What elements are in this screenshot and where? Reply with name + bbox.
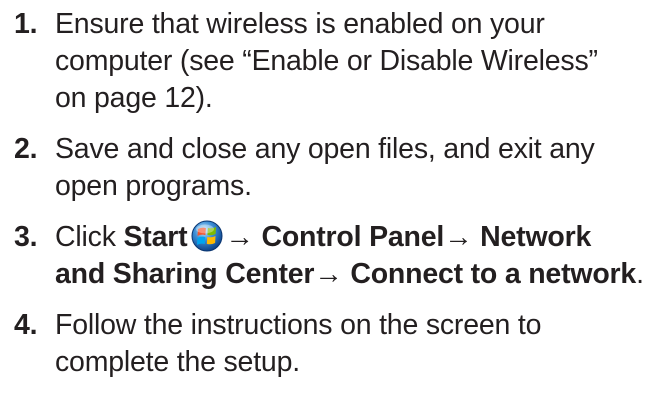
step-text-line: Click Start → Control Panel→ Network [55,219,654,256]
step-number: 3. [14,221,38,253]
step-number: 1. [14,8,38,40]
step-text-line: complete the setup. [55,346,300,378]
connect-to-network-label: Connect to a network [350,258,637,290]
arrow: → [444,221,473,253]
step-number: 4. [14,309,38,341]
sharing-center-label: and Sharing Center [55,258,315,290]
start-menu-label: Start [123,221,188,253]
step-text-line: Ensure that wireless is enabled on your [55,8,545,40]
step-number: 2. [14,133,38,165]
step-text-line: Save and close any open files, and exit … [55,133,595,165]
step-text-line: open programs. [55,170,252,202]
step-3: 3. Click Start → Control Panel→ Network … [14,219,654,293]
step-text-line: Follow the instructions on the screen to [55,309,542,341]
control-panel-label: Control Panel [261,221,445,253]
step-4: 4. Follow the instructions on the screen… [14,307,654,381]
step-2: 2. Save and close any open files, and ex… [14,131,654,205]
click-text: Click [55,221,116,253]
step-text-line: computer (see “Enable or Disable Wireles… [55,45,598,77]
step-1: 1. Ensure that wireless is enabled on yo… [14,6,654,117]
network-label: Network [480,221,592,253]
arrow: → [314,258,343,290]
instruction-steps: 1. Ensure that wireless is enabled on yo… [14,6,654,381]
period: . [636,258,644,290]
step-text-line: on page 12). [55,82,213,114]
arrow: → [225,221,254,253]
step-text-line: and Sharing Center→ Connect to a network… [55,256,654,293]
windows-start-orb-icon [191,220,223,252]
